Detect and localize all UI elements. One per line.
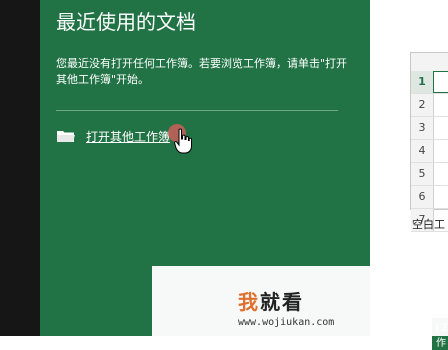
column-header-strip bbox=[411, 53, 448, 72]
blank-workbook-template[interactable]: 1 2 3 4 5 6 7 bbox=[410, 52, 448, 232]
row-number: 3 bbox=[411, 117, 434, 139]
watermark-url: www.wojiukan.com bbox=[238, 317, 335, 328]
backstage-left-edge bbox=[0, 0, 40, 336]
row-5: 5 bbox=[411, 163, 448, 186]
open-other-workbooks-link[interactable]: 打开其他工作簿 bbox=[56, 126, 170, 146]
watermark-logo: 我就看 bbox=[238, 286, 334, 315]
active-cell bbox=[433, 71, 448, 93]
row-number: 5 bbox=[411, 163, 434, 185]
row-number: 6 bbox=[411, 186, 434, 208]
no-recent-message: 您最近没有打开任何工作簿。若要浏览工作簿，请单击"打开其他工作簿"开始。 bbox=[56, 57, 348, 86]
watermark-accent: 我 bbox=[238, 290, 260, 314]
divider bbox=[56, 110, 338, 111]
row-2: 2 bbox=[411, 94, 448, 117]
row-6: 6 bbox=[411, 186, 448, 209]
folder-open-icon bbox=[57, 131, 75, 142]
watermark-text: 就看 bbox=[260, 290, 304, 314]
row-number: 4 bbox=[411, 140, 434, 162]
row-1: 1 bbox=[411, 71, 448, 94]
page-title: 最近使用的文档 bbox=[56, 10, 196, 34]
open-other-workbooks-label: 打开其他工作簿 bbox=[86, 129, 171, 144]
watermark: 我就看 www.wojiukan.com bbox=[152, 266, 448, 336]
row-number: 2 bbox=[411, 94, 434, 116]
blank-workbook-label: 空白工 bbox=[412, 218, 445, 231]
row-3: 3 bbox=[411, 117, 448, 140]
hand-pointer-icon bbox=[174, 128, 192, 154]
row-4: 4 bbox=[411, 140, 448, 163]
row-number: 1 bbox=[411, 71, 434, 93]
